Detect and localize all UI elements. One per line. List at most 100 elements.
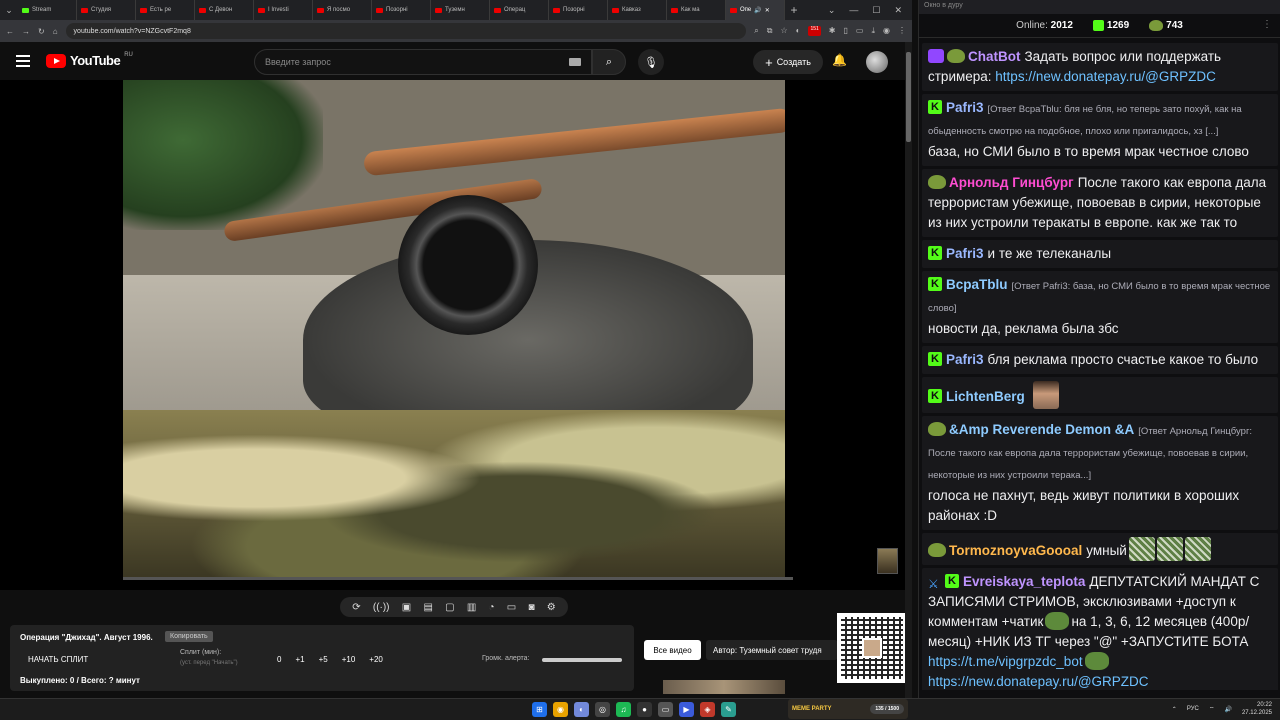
chat-username[interactable]: Арнольд Гинцбург [949,175,1074,190]
pip-icon[interactable]: ▢ [445,602,454,613]
avatar[interactable] [866,51,888,73]
start-split-button[interactable]: НАЧАТЬ СПЛИТ [28,655,88,664]
chat-menu-icon[interactable]: ⋮ [1262,19,1272,30]
spotify-icon[interactable]: ♫ [616,702,631,717]
settings-gear-icon[interactable]: ⚙ [547,602,556,613]
search-input[interactable]: Введите запрос [254,49,592,75]
reload-button[interactable]: ↻ [38,27,45,36]
chat-link[interactable]: https://t.me/vipgrpzdc_bot [928,654,1083,669]
sidebar-icon[interactable]: ▯ [844,26,848,36]
clip-icon[interactable]: ▤ [423,602,432,613]
alert-volume-slider[interactable] [542,658,622,662]
network-icon[interactable]: ⌔ [1209,705,1215,713]
related-thumbnail[interactable] [663,680,785,694]
windows-start-icon[interactable]: ⊞ [532,702,547,717]
speed-icon[interactable]: ◔ [489,602,495,613]
search-button[interactable]: ⌕ [592,49,626,75]
tab-search-icon[interactable]: ⌄ [0,0,18,20]
page-scrollbar[interactable] [905,42,912,698]
bookmark-star-icon[interactable]: ☆ [780,26,787,36]
extension-icon[interactable]: ◐ [796,26,801,36]
film-icon[interactable]: ▥ [467,602,476,613]
app-icon[interactable]: ✎ [721,702,736,717]
maximize-button[interactable]: ☐ [872,5,880,16]
profile-icon[interactable]: ◉ [883,26,890,36]
tab[interactable]: Кавказ [608,0,667,20]
chevron-down-icon[interactable]: ⌄ [828,5,836,16]
minimize-button[interactable]: — [849,5,858,16]
chat-link[interactable]: https://new.donatepay.ru/@GRPZDC [995,69,1216,84]
tab[interactable]: Студия [77,0,136,20]
hamburger-menu-icon[interactable] [16,55,30,67]
create-button[interactable]: + Создать [753,50,823,74]
broadcast-icon[interactable]: ((·)) [373,602,390,613]
author-label[interactable]: Автор: Туземный совет трудя [706,640,838,660]
split-plus-5[interactable]: +5 [319,655,328,664]
discord-icon[interactable]: ◐ [574,702,589,717]
all-videos-button[interactable]: Все видео [644,640,701,660]
app-active-icon[interactable]: ◈ [700,702,715,717]
chat-username[interactable]: LichtenBerg [946,389,1025,404]
tab[interactable]: Позорні [549,0,608,20]
split-plus-10[interactable]: +10 [342,655,356,664]
chat-username[interactable]: TormoznoyvaGoooal [949,543,1082,558]
gamepad-icon[interactable]: ▭ [658,702,673,717]
obs-icon[interactable]: ● [637,702,652,717]
chrome-icon[interactable]: ◉ [553,702,568,717]
keyboard-icon[interactable] [569,58,581,66]
install-icon[interactable]: ⧉ [767,26,773,36]
camera-icon[interactable]: ◙ [528,602,534,613]
chat-username[interactable]: Pafri3 [946,352,984,367]
subtitles-icon[interactable]: ▭ [507,602,516,613]
meme-party-widget[interactable]: MEME PARTY 135 / 1500 [788,699,908,719]
tab[interactable]: I Investi [254,0,313,20]
download-icon[interactable]: ⤓ [871,26,875,36]
tab[interactable]: Операц [490,0,549,20]
home-button[interactable]: ⌂ [53,27,58,36]
steam-icon[interactable]: ◎ [595,702,610,717]
video-progress-bar[interactable] [123,577,793,580]
close-window-button[interactable]: ✕ [894,5,902,16]
tab[interactable]: Как ма [667,0,726,20]
chat-username[interactable]: ChatBot [968,49,1021,64]
forward-button[interactable]: → [22,27,30,36]
tab-active[interactable]: Опе 🔊 ✕ [726,0,785,20]
tab[interactable]: Позорні [372,0,431,20]
puzzle-icon[interactable]: ✱ [829,26,836,36]
plus-icon: + [765,54,773,70]
tab[interactable]: Туземн [431,0,490,20]
app-icon[interactable]: ▶ [679,702,694,717]
tab[interactable]: Есть ре [136,0,195,20]
copy-button[interactable]: Копировать [165,631,213,642]
mini-thumbnail[interactable] [877,548,898,574]
split-plus-1[interactable]: +1 [295,655,304,664]
language-indicator[interactable]: РУС [1187,706,1199,712]
menu-icon[interactable]: ⋮ [898,26,906,36]
volume-icon[interactable]: 🔊 [1224,706,1231,713]
chat-username[interactable]: &Amp Reverende Demon &A [949,422,1134,437]
voice-search-button[interactable]: 🎙 [638,49,664,75]
chat-username[interactable]: Evreiskaya_teplota [963,574,1085,589]
chat-link[interactable]: https://new.donatepay.ru/@GRPZDC [928,674,1149,689]
split-value-0[interactable]: 0 [277,655,281,664]
clock[interactable]: 20:22 27.12.2025 [1242,701,1272,717]
close-tab-icon[interactable]: ✕ [765,7,770,14]
tab[interactable]: Stream [18,0,77,20]
loop-icon[interactable]: ⟳ [352,602,360,613]
back-button[interactable]: ← [6,27,14,36]
video-player[interactable]: ⟳ ((·)) ▣ ▤ ▢ ▥ ◔ ▭ ◙ ⚙ [0,80,905,617]
tab[interactable]: Я посмо [313,0,372,20]
cast-icon[interactable]: ▭ [856,26,864,36]
url-field[interactable]: youtube.com/watch?v=NZGcvtF2mq8 [65,23,747,39]
chat-username[interactable]: Pafri3 [946,100,984,115]
chat-username[interactable]: BcpaTblu [946,277,1008,292]
youtube-logo[interactable]: YouTube RU [46,52,133,68]
screenshot-icon[interactable]: ▣ [402,602,411,613]
notifications-bell-icon[interactable]: 🔔 [832,53,847,67]
tab[interactable]: С Девон [195,0,254,20]
zoom-icon[interactable]: ⌕ [754,26,758,36]
split-plus-20[interactable]: +20 [369,655,383,664]
chat-username[interactable]: Pafri3 [946,246,984,261]
new-tab-button[interactable]: + [785,3,803,17]
tray-chevron-icon[interactable]: ⌃ [1172,706,1177,713]
